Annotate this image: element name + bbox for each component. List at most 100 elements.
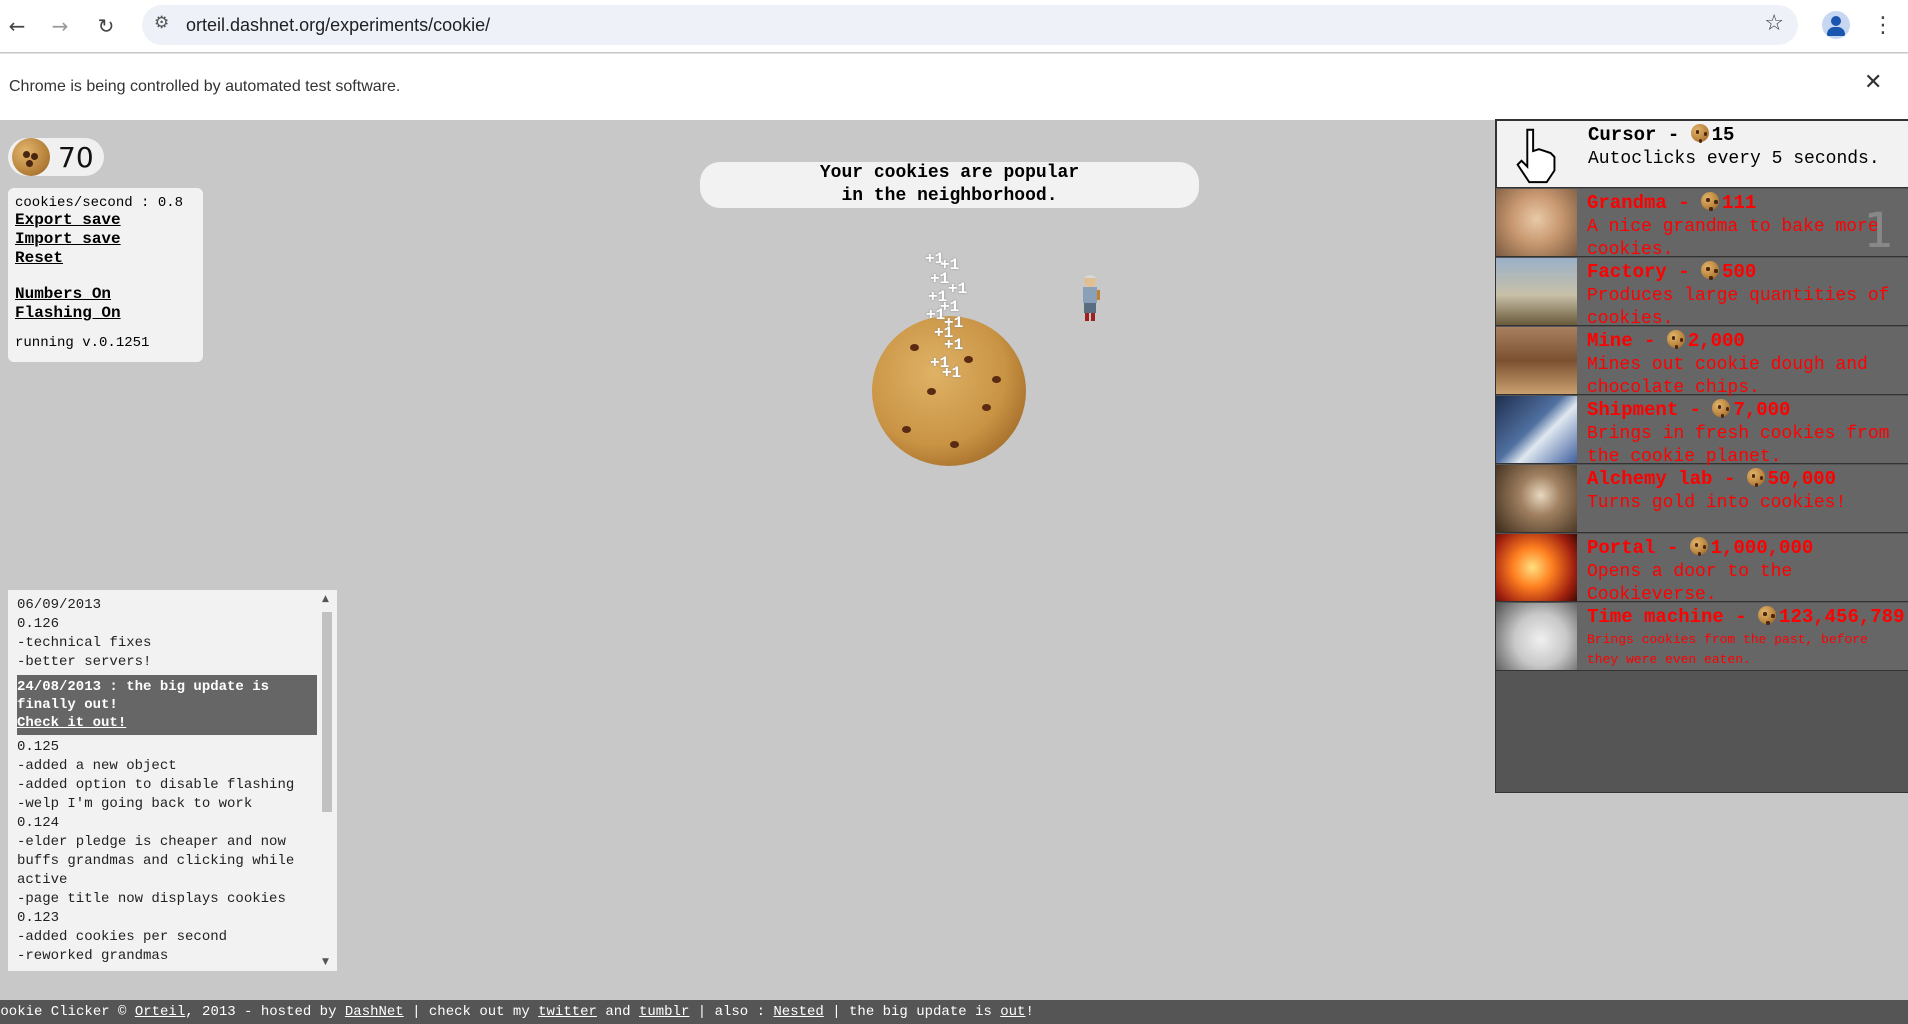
nested-link[interactable]: Nested xyxy=(773,1004,823,1020)
scroll-thumb[interactable] xyxy=(322,612,332,812)
store-item-description: Produces large quantities of cookies. xyxy=(1587,286,1890,329)
store-item-price: 500 xyxy=(1722,261,1757,283)
profile-avatar-icon[interactable] xyxy=(1822,11,1850,39)
store-item-cursor[interactable]: Cursor - 15 Autoclicks every 5 seconds. xyxy=(1496,120,1908,188)
automation-infobar: Chrome is being controlled by automated … xyxy=(0,53,1908,121)
store-item-name: Factory xyxy=(1587,261,1667,283)
cookie-icon xyxy=(12,138,50,176)
store-item-price: 1,000,000 xyxy=(1710,537,1814,559)
scroll-up-icon[interactable]: ▲ xyxy=(322,594,329,604)
cookie-icon xyxy=(1746,468,1765,486)
time-machine-icon xyxy=(1496,603,1577,670)
store-item-description: A nice grandma to bake more cookies. xyxy=(1587,217,1879,260)
changelog-line: -added option to disable flashing xyxy=(17,777,295,793)
footer-text: and xyxy=(596,1004,639,1020)
cookie-count: 70 xyxy=(58,140,94,174)
changelog-line: -added cookies per second xyxy=(17,929,228,945)
url-text[interactable]: orteil.dashnet.org/experiments/cookie/ xyxy=(186,15,490,36)
dashnet-link[interactable]: DashNet xyxy=(345,1004,404,1020)
changelog-scrollbar[interactable]: ▲ ▼ xyxy=(320,594,334,967)
infobar-text: Chrome is being controlled by automated … xyxy=(9,78,401,95)
store-item-name: Mine xyxy=(1587,330,1633,352)
store-item-name: Alchemy lab xyxy=(1587,468,1713,490)
game-area: 70 cookies/second : 0.8 Export save Impo… xyxy=(0,119,1908,1024)
footer-text: Cookie Clicker © xyxy=(0,1004,135,1020)
store-item-description: Brings cookies from the past, before the… xyxy=(1587,632,1868,667)
store-item-name: Shipment xyxy=(1587,399,1679,421)
portal-icon xyxy=(1496,534,1577,601)
cookie-counter: 70 xyxy=(8,138,104,176)
store-item-description: Brings in fresh cookies from the cookie … xyxy=(1587,424,1890,467)
store-item-title: Portal - 1,000,000 xyxy=(1587,537,1814,559)
store-item-factory[interactable]: Factory - 500 Produces large quantities o… xyxy=(1496,258,1908,329)
store-item-shipment[interactable]: Shipment - 7,000 Brings in fresh cookies … xyxy=(1496,396,1908,467)
changelog-line: -added a new object xyxy=(17,758,177,774)
big-update-notice: 24/08/2013 : the big update is finally o… xyxy=(17,675,317,735)
factory-icon xyxy=(1496,258,1577,325)
store-item-name: Cursor xyxy=(1588,124,1657,146)
plus-one-popup: +1 xyxy=(948,280,968,298)
grandma-sprite xyxy=(1083,275,1100,321)
footer-text: ! xyxy=(1025,1004,1034,1020)
changelog-line: -technical fixes xyxy=(17,635,152,651)
changelog-line: 0.123 xyxy=(17,910,60,926)
store-item-mine[interactable]: Mine - 2,000 Mines out cookie dough and c… xyxy=(1496,327,1908,398)
store-item-description: Turns gold into cookies! xyxy=(1587,493,1847,513)
footer-text: | check out my xyxy=(403,1004,539,1020)
store-item-title: Factory - 500 xyxy=(1587,261,1757,283)
store-item-title: Alchemy lab - 50,000 xyxy=(1587,468,1837,490)
site-info-icon[interactable]: ⚙ xyxy=(154,13,176,35)
reset-link[interactable]: Reset xyxy=(15,249,196,268)
cookie-icon xyxy=(1690,124,1709,142)
export-save-link[interactable]: Export save xyxy=(15,211,196,230)
cookie-icon xyxy=(1666,330,1685,348)
plus-one-popup: +1 xyxy=(944,336,964,354)
changelog-line: 06/09/2013 xyxy=(17,597,102,613)
changelog-content: 06/09/2013 0.126 -technical fixes -better s… xyxy=(17,596,317,966)
store-item-name: Grandma xyxy=(1587,192,1667,214)
check-it-out-link[interactable]: Check it out! xyxy=(17,714,317,732)
plus-one-popup: +1 xyxy=(926,306,946,324)
cookie-icon xyxy=(1758,606,1777,624)
address-bar[interactable]: ⚙ orteil.dashnet.org/experiments/cookie/… xyxy=(142,5,1798,45)
cookies-per-second: cookies/second : 0.8 xyxy=(15,195,184,211)
news-ticker: Your cookies are popular in the neighbor… xyxy=(700,162,1199,208)
numbers-toggle-link[interactable]: Numbers On xyxy=(15,285,196,304)
store-item-price: 111 xyxy=(1722,192,1757,214)
store-item-price: 2,000 xyxy=(1687,330,1745,352)
store-item-portal[interactable]: Portal - 1,000,000 Opens a door to the Co… xyxy=(1496,534,1908,605)
changelog-line: -elder pledge is cheaper and now buffs g… xyxy=(17,834,303,888)
cookie-icon xyxy=(1701,261,1720,279)
browser-menu-icon[interactable]: ⋮ xyxy=(1872,12,1894,40)
changelog-line: -better servers! xyxy=(17,654,152,670)
out-link[interactable]: out xyxy=(1000,1004,1025,1020)
changelog-line: 0.124 xyxy=(17,815,60,831)
scroll-down-icon[interactable]: ▼ xyxy=(322,957,329,967)
tumblr-link[interactable]: tumblr xyxy=(639,1004,689,1020)
mine-icon xyxy=(1496,327,1577,394)
orteil-link[interactable]: Orteil xyxy=(135,1004,185,1020)
back-icon[interactable]: ← xyxy=(3,12,31,40)
store-item-time-machine[interactable]: Time machine - 123,456,789 Brings cookies… xyxy=(1496,603,1908,671)
bookmark-star-icon[interactable]: ☆ xyxy=(1764,11,1784,36)
reload-icon[interactable]: ↻ xyxy=(92,12,120,40)
changelog-line: -reworked grandmas xyxy=(17,948,169,964)
changelog-panel[interactable]: 06/09/2013 0.126 -technical fixes -better s… xyxy=(8,590,337,971)
browser-toolbar: ← → ↻ ⚙ orteil.dashnet.org/experiments/c… xyxy=(0,0,1908,52)
twitter-link[interactable]: twitter xyxy=(538,1004,597,1020)
store-item-title: Shipment - 7,000 xyxy=(1587,399,1791,421)
store-panel: Cursor - 15 Autoclicks every 5 seconds. Gr… xyxy=(1495,119,1908,793)
store-item-grandma[interactable]: Grandma - 111 A nice grandma to bake more… xyxy=(1496,189,1908,260)
import-save-link[interactable]: Import save xyxy=(15,230,196,249)
store-item-title: Time machine - 123,456,789 xyxy=(1587,606,1905,628)
close-icon[interactable]: ✕ xyxy=(1864,70,1882,95)
forward-icon[interactable]: → xyxy=(46,12,74,40)
store-item-price: 15 xyxy=(1711,124,1735,146)
version-text: running v.0.1251 xyxy=(15,335,150,351)
stats-panel: cookies/second : 0.8 Export save Import … xyxy=(8,188,203,362)
big-update-text: 24/08/2013 : the big update is finally o… xyxy=(17,679,270,713)
store-item-alchemy-lab[interactable]: Alchemy lab - 50,000 Turns gold into cook… xyxy=(1496,465,1908,533)
flashing-toggle-link[interactable]: Flashing On xyxy=(15,304,196,323)
store-item-description: Mines out cookie dough and chocolate chi… xyxy=(1587,355,1868,398)
store-item-title: Grandma - 111 xyxy=(1587,192,1757,214)
